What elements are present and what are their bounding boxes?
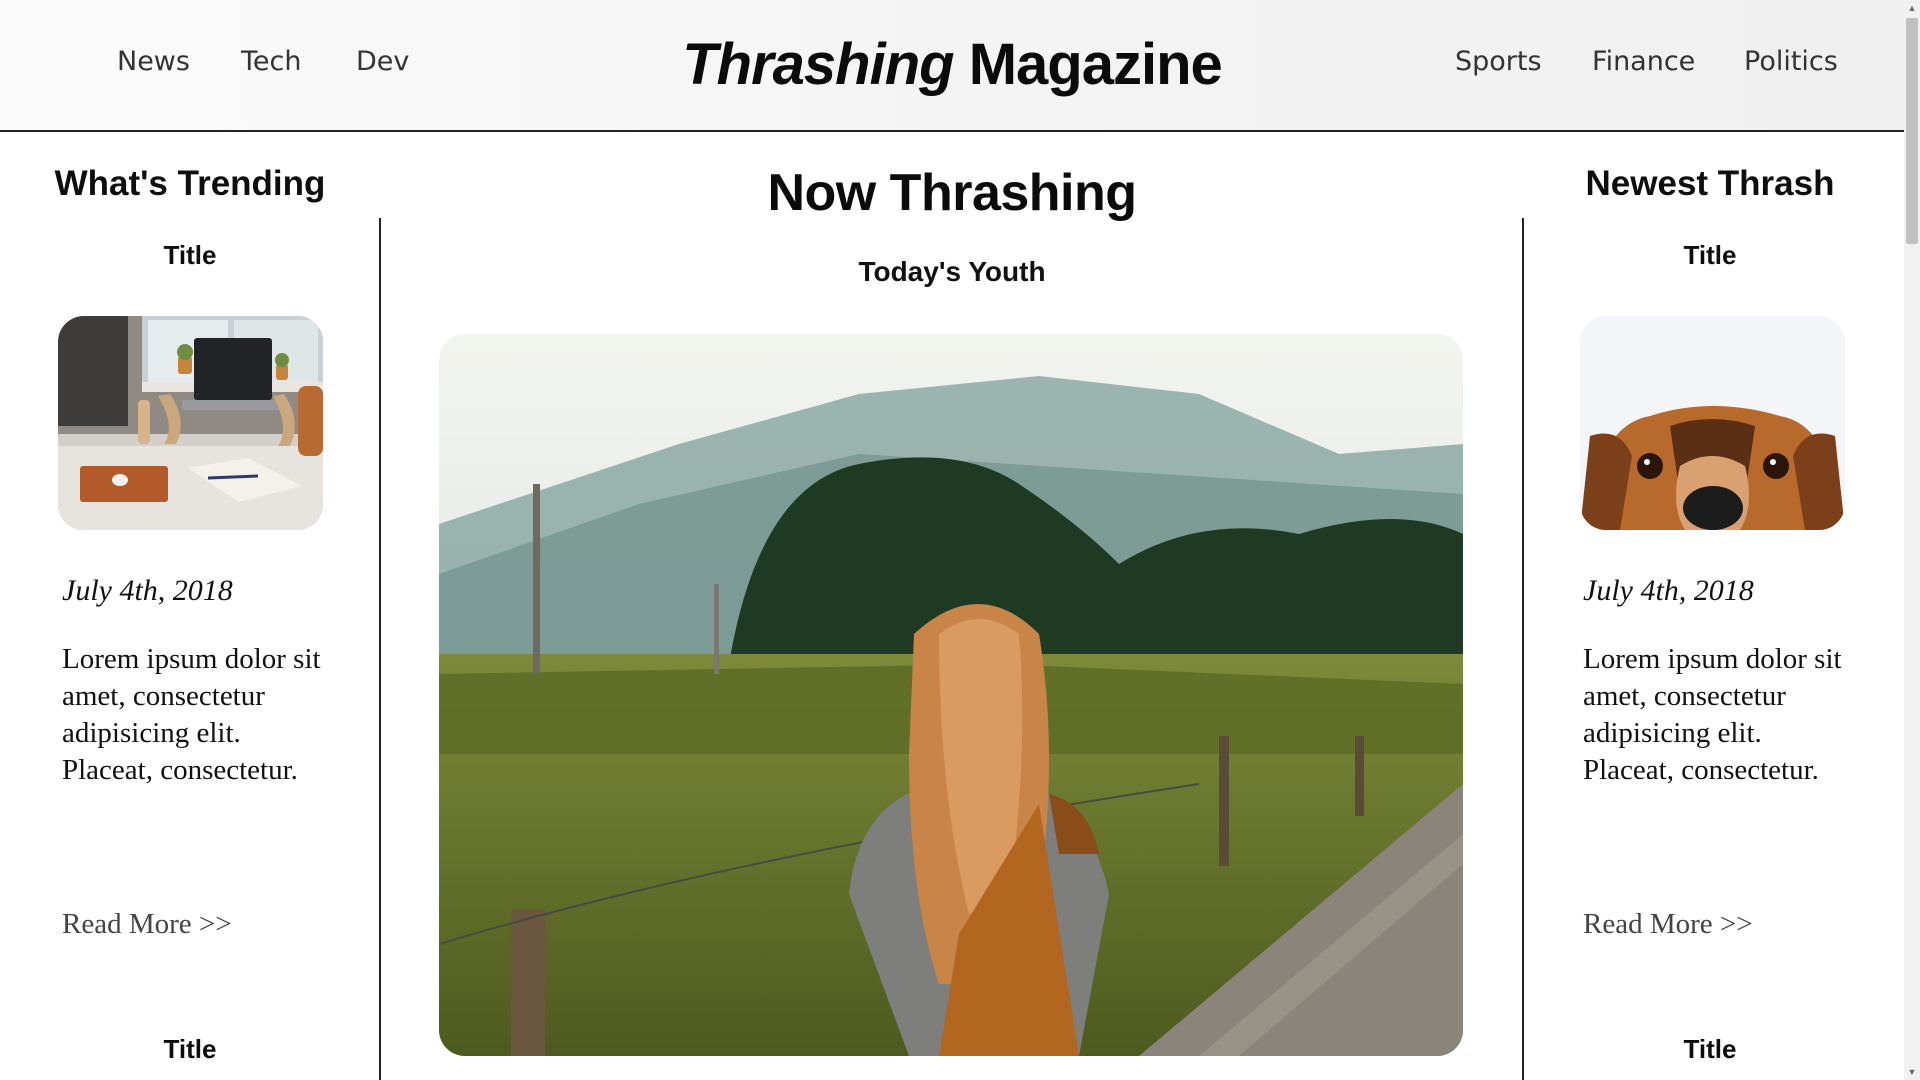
featured-image[interactable] (439, 334, 1463, 1056)
trending-card-image[interactable] (58, 316, 323, 530)
newest-card-title[interactable]: Title (1560, 240, 1860, 271)
newest-heading: Newest Thrash (1585, 164, 1835, 203)
nav-link-politics[interactable]: Politics (1744, 46, 1838, 77)
brand-name-rest: Magazine (968, 32, 1223, 97)
newest-card-image[interactable] (1580, 316, 1845, 530)
trending-next-card-title[interactable]: Title (40, 1034, 340, 1065)
site-header: News Tech Dev Thrashing Magazine Sports … (0, 0, 1904, 132)
page-scrollbar[interactable]: ▲ ▼ (1904, 0, 1920, 1080)
right-column-divider (1522, 218, 1524, 1080)
brand-name-italic: Thrashing (682, 32, 954, 97)
featured-heading: Now Thrashing (767, 164, 1137, 222)
trending-card-date: July 4th, 2018 (62, 574, 233, 607)
dog-peeking-photo (1580, 316, 1845, 530)
scroll-down-arrow-icon[interactable]: ▼ (1904, 1064, 1920, 1080)
desk-workspace-photo (58, 316, 323, 530)
girl-in-field-photo (439, 334, 1463, 1056)
newest-card-excerpt: Lorem ipsum dolor sit amet, consectetur … (1583, 643, 1842, 786)
trending-heading: What's Trending (54, 164, 326, 203)
scroll-up-arrow-icon[interactable]: ▲ (1904, 0, 1920, 16)
newest-card-date: July 4th, 2018 (1583, 574, 1754, 607)
trending-card-excerpt: Lorem ipsum dolor sit amet, consectetur … (62, 643, 321, 786)
trending-card-title[interactable]: Title (40, 240, 340, 271)
newest-read-more-link[interactable]: Read More >> (1583, 908, 1753, 941)
featured-subheading[interactable]: Today's Youth (380, 256, 1524, 288)
nav-link-finance[interactable]: Finance (1592, 46, 1695, 77)
left-column-divider (379, 218, 381, 1080)
scrollbar-thumb[interactable] (1906, 18, 1918, 244)
trending-read-more-link[interactable]: Read More >> (62, 908, 232, 941)
newest-next-card-title[interactable]: Title (1560, 1034, 1860, 1065)
nav-link-sports[interactable]: Sports (1455, 46, 1542, 77)
